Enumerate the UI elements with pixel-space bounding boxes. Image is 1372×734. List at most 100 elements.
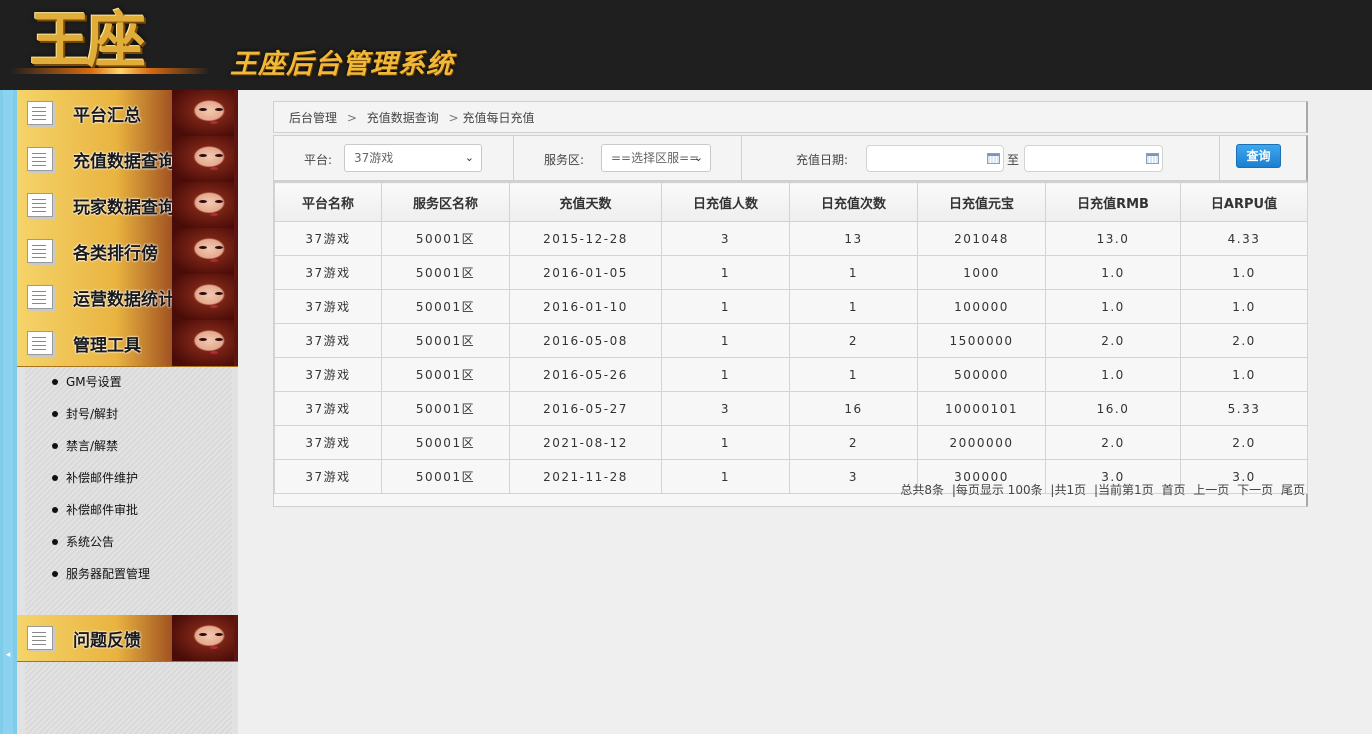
document-line bbox=[32, 640, 46, 641]
pagination: 总共8条 |每页显示 100条 |共1页 |当前第1页 首页 上一页 下一页 尾… bbox=[274, 474, 1307, 506]
portrait-hair bbox=[172, 228, 234, 274]
submenu-item-announcement[interactable]: 系统公告 bbox=[25, 526, 232, 558]
table-cell: 2.0 bbox=[1045, 425, 1181, 460]
divider bbox=[513, 136, 514, 180]
chevron-down-icon: ⌄ bbox=[464, 151, 474, 164]
portrait-lips bbox=[210, 646, 218, 649]
table-cell: 1 bbox=[661, 289, 790, 324]
document-line bbox=[32, 644, 46, 645]
table-cell: 2016-01-10 bbox=[509, 289, 662, 324]
calendar-icon[interactable] bbox=[987, 153, 1000, 164]
pager-total: 总共8条 bbox=[900, 483, 944, 497]
table-cell: 37游戏 bbox=[274, 323, 382, 358]
sidebar-menu-player-query[interactable]: 玩家数据查询 bbox=[17, 182, 238, 229]
system-title: 王座后台管理系统 bbox=[230, 49, 454, 80]
table-cell: 13 bbox=[789, 221, 918, 256]
submenu-item-server-config[interactable]: 服务器配置管理 bbox=[25, 558, 232, 590]
sidebar-collapse-bar[interactable]: ◂ bbox=[0, 90, 18, 734]
document-line bbox=[32, 632, 46, 633]
portrait-eye bbox=[215, 338, 223, 341]
document-line bbox=[32, 636, 46, 637]
portrait-hair bbox=[172, 615, 234, 661]
sidebar: 平台汇总充值数据查询玩家数据查询 各类排行傍 运营数据统计管理工具问题反馈 GM号设… bbox=[17, 90, 238, 734]
document-line bbox=[32, 299, 46, 300]
pager-per-page: |每页显示 100条 bbox=[951, 483, 1043, 497]
sidebar-menu-feedback[interactable]: 问题反馈 bbox=[17, 615, 238, 662]
bullet-icon bbox=[52, 411, 58, 417]
logo-flame-decoration bbox=[10, 68, 210, 74]
portrait-lips bbox=[210, 259, 218, 262]
document-line bbox=[32, 153, 46, 154]
table-body: 37游戏 50001区 2015-12-28 3 13 201048 13.0 4.33 37游… bbox=[274, 221, 1308, 494]
table-cell: 2016-05-08 bbox=[509, 323, 662, 358]
submenu-label: 系统公告 bbox=[66, 535, 115, 549]
table-cell: 50001区 bbox=[381, 289, 510, 324]
document-line bbox=[32, 341, 46, 342]
table-cell: 1 bbox=[789, 289, 918, 324]
character-portrait bbox=[172, 320, 234, 366]
pager-current: |当前第1页 bbox=[1093, 483, 1154, 497]
table-cell: 201048 bbox=[917, 221, 1046, 256]
sidebar-menu-operations-stats[interactable]: 运营数据统计 bbox=[17, 274, 238, 321]
end-date-input[interactable] bbox=[1024, 145, 1163, 172]
start-date-input[interactable] bbox=[866, 145, 1004, 172]
table-cell: 1.0 bbox=[1045, 357, 1181, 392]
table-cell: 10000101 bbox=[917, 391, 1046, 426]
submenu-item-mute[interactable]: 禁言/解禁 bbox=[25, 430, 232, 462]
sidebar-menu-management-tools[interactable]: 管理工具 bbox=[17, 320, 238, 367]
game-logo: 王座 bbox=[30, 6, 146, 76]
pager-page-count: |共1页 bbox=[1050, 483, 1087, 497]
portrait-lips bbox=[210, 305, 218, 308]
submenu-item-ban[interactable]: 封号/解封 bbox=[25, 398, 232, 430]
breadcrumb-root[interactable]: 后台管理 bbox=[289, 111, 337, 125]
column-header: 日充值RMB bbox=[1045, 182, 1181, 222]
table-cell: 1 bbox=[789, 255, 918, 290]
pager-first-link[interactable]: 首页 bbox=[1161, 483, 1185, 497]
table-cell: 3 bbox=[661, 221, 790, 256]
calendar-icon[interactable] bbox=[1146, 153, 1159, 164]
document-line bbox=[32, 203, 46, 204]
character-portrait bbox=[172, 274, 234, 320]
document-line bbox=[32, 257, 46, 258]
column-header: 充值天数 bbox=[509, 182, 662, 222]
sidebar-menu-label: 管理工具 bbox=[73, 336, 141, 356]
submenu-item-gm-setting[interactable]: GM号设置 bbox=[25, 366, 232, 398]
document-line bbox=[32, 303, 46, 304]
document-line bbox=[32, 245, 46, 246]
pager-prev-link[interactable]: 上一页 bbox=[1193, 483, 1229, 497]
portrait-lips bbox=[210, 351, 218, 354]
submenu-item-mail-approval[interactable]: 补偿邮件审批 bbox=[25, 494, 232, 526]
submenu-item-compensation-mail[interactable]: 补偿邮件维护 bbox=[25, 462, 232, 494]
table-row: 37游戏 50001区 2016-01-10 1 1 100000 1.0 1.0 bbox=[274, 289, 1308, 324]
document-line bbox=[32, 337, 46, 338]
bullet-icon bbox=[52, 443, 58, 449]
table-cell: 37游戏 bbox=[274, 221, 382, 256]
table-cell: 37游戏 bbox=[274, 425, 382, 460]
server-label: 服务区: bbox=[544, 153, 585, 167]
query-button[interactable]: 查询 bbox=[1236, 144, 1281, 168]
document-line bbox=[32, 349, 46, 350]
pager-next-link[interactable]: 下一页 bbox=[1237, 483, 1273, 497]
pager-last-link[interactable]: 尾页 bbox=[1281, 483, 1305, 497]
table-cell: 50001区 bbox=[381, 391, 510, 426]
server-select[interactable]: ==选择区服== ⌄ bbox=[601, 144, 711, 172]
collapse-arrow-icon[interactable]: ◂ bbox=[3, 650, 13, 660]
document-line bbox=[32, 119, 46, 120]
divider bbox=[741, 136, 742, 180]
platform-select[interactable]: 37游戏 ⌄ bbox=[344, 144, 482, 172]
breadcrumb-separator: > bbox=[448, 111, 459, 125]
table-cell: 1 bbox=[661, 255, 790, 290]
sidebar-menu-recharge-query[interactable]: 充值数据查询 bbox=[17, 136, 238, 183]
sidebar-menu-label: 充值数据查询 bbox=[73, 152, 175, 172]
sidebar-menu-platform-summary[interactable]: 平台汇总 bbox=[17, 90, 238, 137]
breadcrumb-level1[interactable]: 充值数据查询 bbox=[367, 111, 439, 125]
table-cell: 2016-05-27 bbox=[509, 391, 662, 426]
table-row: 37游戏 50001区 2015-12-28 3 13 201048 13.0 4.33 bbox=[274, 221, 1308, 256]
table-cell: 1 bbox=[789, 357, 918, 392]
portrait-eye bbox=[215, 292, 223, 295]
server-select-value: ==选择区服== bbox=[611, 151, 700, 165]
sidebar-menu-rankings[interactable]: 各类排行傍 bbox=[17, 228, 238, 275]
character-portrait bbox=[172, 90, 234, 136]
table-cell: 50001区 bbox=[381, 221, 510, 256]
document-line bbox=[32, 295, 46, 296]
